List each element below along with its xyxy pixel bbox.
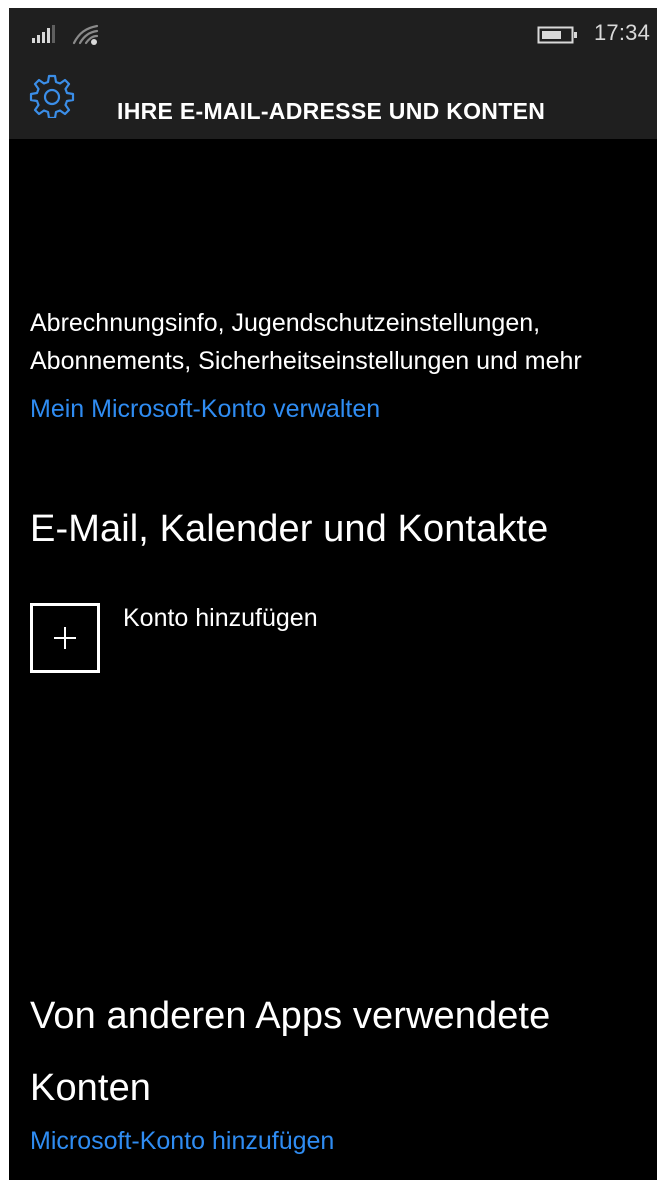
add-account-button[interactable]: Konto hinzufügen — [30, 601, 390, 677]
manage-microsoft-account-link[interactable]: Mein Microsoft-Konto verwalten — [30, 392, 380, 426]
add-microsoft-account-link[interactable]: Microsoft-Konto hinzufügen — [30, 1124, 334, 1158]
wifi-icon — [72, 24, 99, 45]
email-calendar-contacts-heading: E-Mail, Kalender und Kontakte — [30, 508, 549, 550]
status-bar: 17:34 — [9, 8, 657, 54]
header-bar: 17:34 IHRE E-MAIL-ADRESSE UND KONTEN — [9, 8, 657, 139]
battery-icon — [537, 26, 577, 44]
accounts-used-by-other-apps-heading: Von anderen Apps verwendete Konten — [30, 995, 551, 1109]
plus-icon — [30, 603, 100, 673]
account-settings-description: Abrechnungsinfo, Jugendschutzeinstellung… — [30, 309, 582, 375]
status-time: 17:34 — [594, 20, 651, 45]
phone-screen: 17:34 IHRE E-MAIL-ADRESSE UND KONTEN Abr… — [9, 8, 657, 1180]
add-account-label: Konto hinzufügen — [123, 604, 318, 632]
page-title: IHRE E-MAIL-ADRESSE UND KONTEN — [117, 98, 546, 125]
gear-icon[interactable] — [29, 72, 75, 118]
signal-strength-icon — [32, 25, 55, 43]
